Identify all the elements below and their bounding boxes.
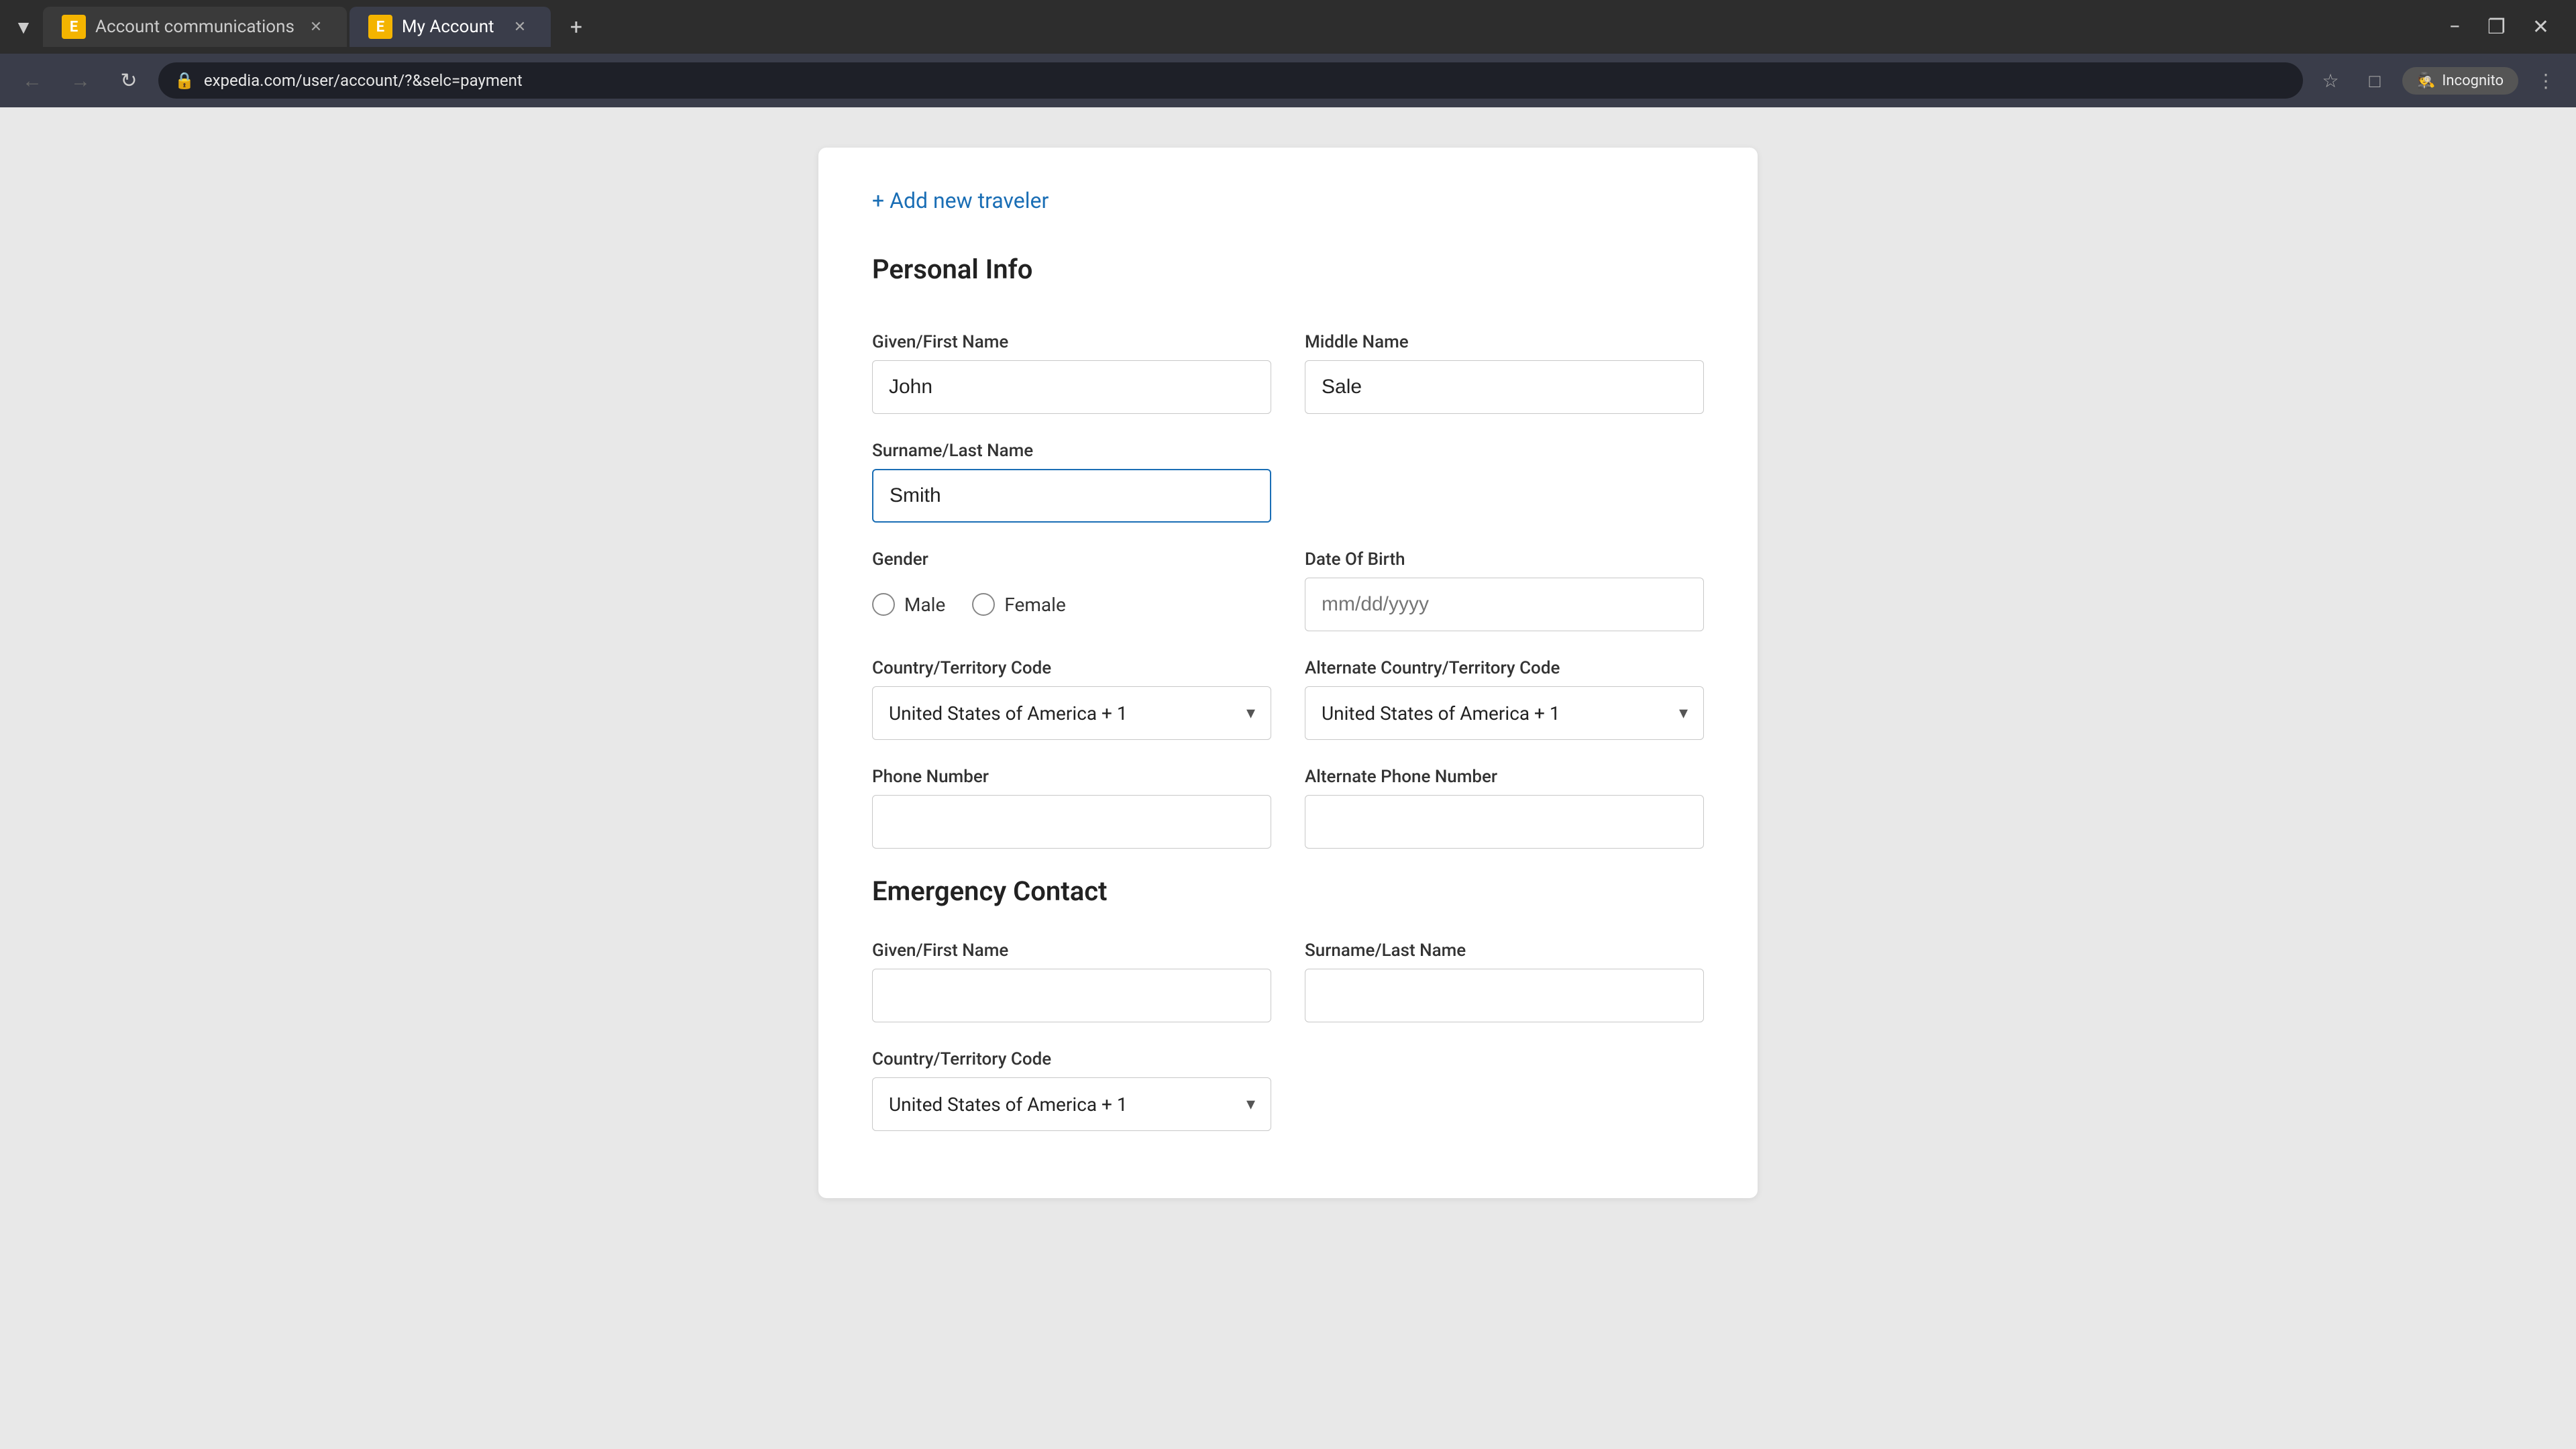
emergency-country-territory-code-select[interactable]: United States of America + 1	[872, 1077, 1271, 1131]
surname-spacer	[1305, 441, 1704, 523]
surname-last-name-group: Surname/Last Name	[872, 441, 1271, 523]
tab-1-favicon: E	[62, 15, 86, 39]
gender-female-option[interactable]: Female	[972, 593, 1065, 616]
incognito-label: Incognito	[2442, 72, 2504, 89]
lock-icon: 🔒	[174, 71, 195, 90]
incognito-icon: 🕵	[2417, 72, 2435, 89]
emergency-country-territory-code-label: Country/Territory Code	[872, 1049, 1271, 1069]
personal-info-title: Personal Info	[872, 254, 1704, 299]
new-tab-button[interactable]: +	[557, 8, 595, 46]
date-of-birth-input[interactable]	[1305, 578, 1704, 631]
given-first-name-input[interactable]	[872, 360, 1271, 414]
chevron-down-icon: ▼	[14, 16, 33, 38]
middle-name-input[interactable]	[1305, 360, 1704, 414]
add-traveler-link[interactable]: + Add new traveler	[872, 188, 1049, 213]
forward-button[interactable]: →	[62, 62, 99, 99]
alt-country-territory-code-group: Alternate Country/Territory Code United …	[1305, 658, 1704, 740]
alt-country-territory-code-label: Alternate Country/Territory Code	[1305, 658, 1704, 678]
country-territory-code-value: United States of America + 1	[889, 702, 1128, 724]
tab-scroll-btn[interactable]: ▼	[7, 7, 40, 47]
middle-name-group: Middle Name	[1305, 332, 1704, 414]
emergency-contact-section: Emergency Contact Given/First Name Surna…	[872, 875, 1704, 1131]
tab-2-label: My Account	[402, 17, 494, 37]
emergency-country-row: Country/Territory Code United States of …	[872, 1049, 1704, 1131]
close-button[interactable]: ✕	[2532, 15, 2549, 39]
country-code-row: Country/Territory Code United States of …	[872, 658, 1704, 740]
gender-male-radio[interactable]	[872, 593, 895, 616]
tab-bar: ▼ E Account communications ✕ E My Accoun…	[0, 0, 2576, 54]
more-menu-button[interactable]: ⋮	[2529, 64, 2563, 97]
emergency-country-territory-select-wrapper: United States of America + 1	[872, 1077, 1271, 1131]
page-content: + Add new traveler Personal Info Given/F…	[0, 107, 2576, 1198]
alt-country-territory-code-value: United States of America + 1	[1322, 702, 1560, 724]
gender-female-label: Female	[1004, 594, 1065, 616]
alt-country-territory-code-select[interactable]: United States of America + 1	[1305, 686, 1704, 740]
url-display: expedia.com/user/account/?&selc=payment	[204, 71, 2287, 90]
alt-phone-number-input[interactable]	[1305, 795, 1704, 849]
gender-male-label: Male	[904, 594, 945, 616]
tab-my-account[interactable]: E My Account ✕	[350, 7, 551, 47]
address-input-wrap[interactable]: 🔒 expedia.com/user/account/?&selc=paymen…	[158, 62, 2303, 99]
maximize-button[interactable]: ❐	[2487, 15, 2506, 39]
surname-last-name-input[interactable]	[872, 469, 1271, 523]
emergency-given-first-name-input[interactable]	[872, 969, 1271, 1022]
tab-1-label: Account communications	[95, 17, 294, 37]
personal-info-section: Personal Info Given/First Name Middle Na…	[872, 254, 1704, 849]
emergency-given-first-name-label: Given/First Name	[872, 941, 1271, 961]
emergency-contact-title: Emergency Contact	[872, 875, 1704, 907]
date-of-birth-group: Date Of Birth	[1305, 549, 1704, 631]
country-territory-code-group: Country/Territory Code United States of …	[872, 658, 1271, 740]
emergency-surname-last-name-input[interactable]	[1305, 969, 1704, 1022]
tab-search-button[interactable]: □	[2358, 64, 2392, 97]
address-bar-actions: ☆ □ 🕵 Incognito ⋮	[2314, 64, 2563, 97]
gender-group: Gender Male Female	[872, 549, 1271, 631]
back-button[interactable]: ←	[13, 62, 51, 99]
form-card: + Add new traveler Personal Info Given/F…	[818, 148, 1758, 1198]
gender-options: Male Female	[872, 578, 1271, 631]
surname-row: Surname/Last Name	[872, 441, 1704, 523]
address-bar: ← → ↻ 🔒 expedia.com/user/account/?&selc=…	[0, 54, 2576, 107]
country-territory-select-wrapper: United States of America + 1	[872, 686, 1271, 740]
incognito-indicator[interactable]: 🕵 Incognito	[2402, 67, 2518, 95]
tab-1-close-button[interactable]: ✕	[304, 15, 328, 39]
surname-last-name-label: Surname/Last Name	[872, 441, 1271, 461]
alt-country-territory-select-wrapper: United States of America + 1	[1305, 686, 1704, 740]
date-of-birth-label: Date Of Birth	[1305, 549, 1704, 570]
gender-female-radio[interactable]	[972, 593, 995, 616]
tab-2-favicon: E	[368, 15, 392, 39]
emergency-surname-last-name-group: Surname/Last Name	[1305, 941, 1704, 1022]
name-row-1: Given/First Name Middle Name	[872, 332, 1704, 414]
phone-number-input[interactable]	[872, 795, 1271, 849]
phone-number-group: Phone Number	[872, 767, 1271, 849]
minimize-button[interactable]: −	[2449, 15, 2461, 39]
country-territory-code-select[interactable]: United States of America + 1	[872, 686, 1271, 740]
given-first-name-group: Given/First Name	[872, 332, 1271, 414]
gender-male-option[interactable]: Male	[872, 593, 945, 616]
alt-phone-number-group: Alternate Phone Number	[1305, 767, 1704, 849]
middle-name-label: Middle Name	[1305, 332, 1704, 352]
alt-phone-number-label: Alternate Phone Number	[1305, 767, 1704, 787]
given-first-name-label: Given/First Name	[872, 332, 1271, 352]
emergency-spacer	[1305, 1049, 1704, 1131]
phone-row: Phone Number Alternate Phone Number	[872, 767, 1704, 849]
emergency-country-territory-code-group: Country/Territory Code United States of …	[872, 1049, 1271, 1131]
emergency-given-first-name-group: Given/First Name	[872, 941, 1271, 1022]
emergency-name-row: Given/First Name Surname/Last Name	[872, 941, 1704, 1022]
bookmark-button[interactable]: ☆	[2314, 64, 2347, 97]
gender-label: Gender	[872, 549, 1271, 570]
country-territory-code-label: Country/Territory Code	[872, 658, 1271, 678]
window-controls: − ❐ ✕	[2449, 15, 2569, 39]
emergency-country-territory-code-value: United States of America + 1	[889, 1093, 1128, 1116]
phone-number-label: Phone Number	[872, 767, 1271, 787]
refresh-button[interactable]: ↻	[110, 62, 148, 99]
tab-2-close-button[interactable]: ✕	[508, 15, 532, 39]
browser-chrome: ▼ E Account communications ✕ E My Accoun…	[0, 0, 2576, 107]
gender-dob-row: Gender Male Female Date Of Birth	[872, 549, 1704, 631]
emergency-surname-last-name-label: Surname/Last Name	[1305, 941, 1704, 961]
tab-account-communications[interactable]: E Account communications ✕	[43, 7, 347, 47]
